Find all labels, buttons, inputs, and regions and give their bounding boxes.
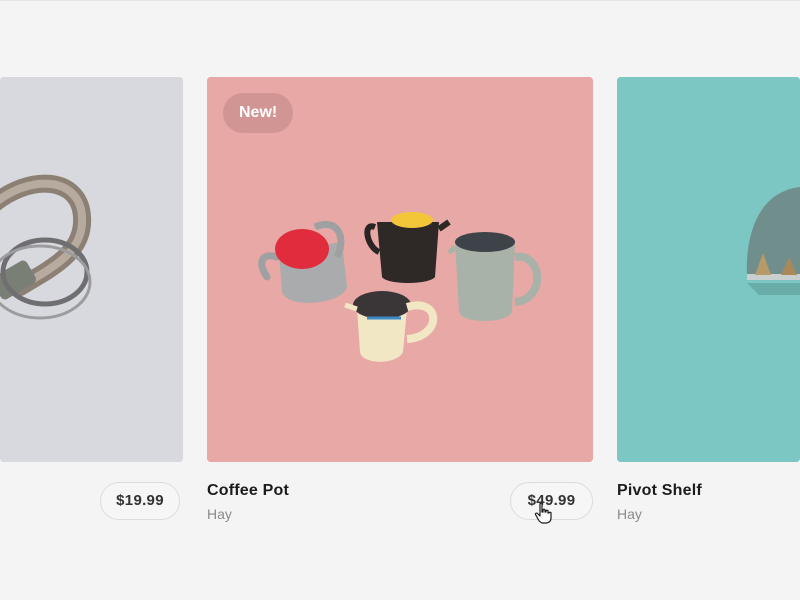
product-brand-coffee-pot: Hay bbox=[207, 506, 232, 522]
product-title-pivot-shelf[interactable]: Pivot Shelf bbox=[617, 482, 702, 500]
hand-pointer-cursor-icon bbox=[534, 502, 552, 524]
product-image-coffee-pot[interactable]: New! bbox=[207, 77, 593, 462]
top-divider bbox=[0, 0, 800, 1]
new-badge: New! bbox=[223, 93, 294, 133]
product-title-coffee-pot[interactable]: Coffee Pot bbox=[207, 482, 289, 500]
product-brand-pivot-shelf: Hay bbox=[617, 506, 642, 522]
price-button-keyring[interactable]: $19.99 bbox=[100, 482, 180, 520]
product-image-pivot-shelf[interactable] bbox=[617, 77, 800, 462]
product-image-keyring[interactable] bbox=[0, 77, 183, 462]
